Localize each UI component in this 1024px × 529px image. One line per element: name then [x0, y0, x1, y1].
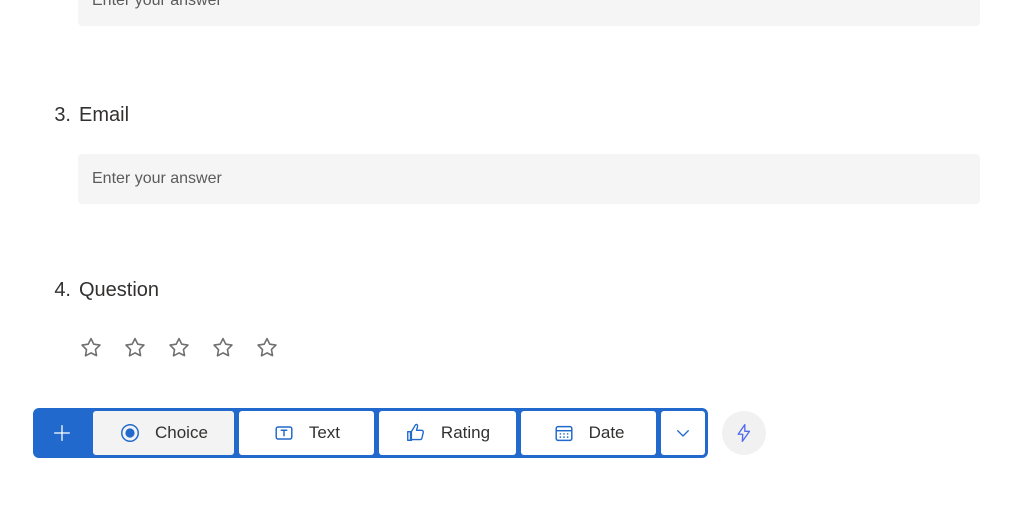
suggest-questions-button[interactable] [722, 411, 766, 455]
q2-answer-field-wrap [78, 0, 980, 26]
q2-answer-input[interactable] [78, 0, 980, 26]
choice-type-label: Choice [155, 423, 208, 443]
q3-header: 3. Email [53, 104, 980, 127]
chevron-down-icon [674, 424, 692, 442]
question-type-bar: Choice Text Rating [33, 408, 708, 458]
q4-header: 4. Question [53, 279, 980, 302]
rating-star-1[interactable] [78, 335, 104, 361]
q3-answer-input[interactable] [78, 154, 980, 204]
star-icon [211, 336, 235, 360]
q3-number: 3. [53, 104, 71, 127]
star-icon [167, 336, 191, 360]
q4-number: 4. [53, 279, 71, 302]
star-icon [79, 336, 103, 360]
q3-title: Email [79, 104, 129, 127]
calendar-icon [553, 422, 575, 444]
rating-star-3[interactable] [166, 335, 192, 361]
text-icon [273, 422, 295, 444]
thumbs-up-icon [405, 422, 427, 444]
rating-star-4[interactable] [210, 335, 236, 361]
rating-type-button[interactable]: Rating [379, 411, 516, 455]
date-type-button[interactable]: Date [521, 411, 656, 455]
date-type-label: Date [589, 423, 625, 443]
radio-icon [119, 422, 141, 444]
star-icon [255, 336, 279, 360]
star-icon [123, 336, 147, 360]
rating-type-label: Rating [441, 423, 490, 443]
add-question-toolbar: Choice Text Rating [33, 408, 766, 458]
lightning-icon [734, 423, 754, 443]
text-type-label: Text [309, 423, 340, 443]
text-type-button[interactable]: Text [239, 411, 374, 455]
plus-icon [51, 422, 73, 444]
rating-star-2[interactable] [122, 335, 148, 361]
add-question-button[interactable] [36, 411, 88, 455]
more-types-button[interactable] [661, 411, 705, 455]
q4-rating-stars [78, 335, 280, 361]
q3-answer-field-wrap [78, 154, 980, 204]
choice-type-button[interactable]: Choice [93, 411, 234, 455]
q4-title: Question [79, 279, 159, 302]
rating-star-5[interactable] [254, 335, 280, 361]
